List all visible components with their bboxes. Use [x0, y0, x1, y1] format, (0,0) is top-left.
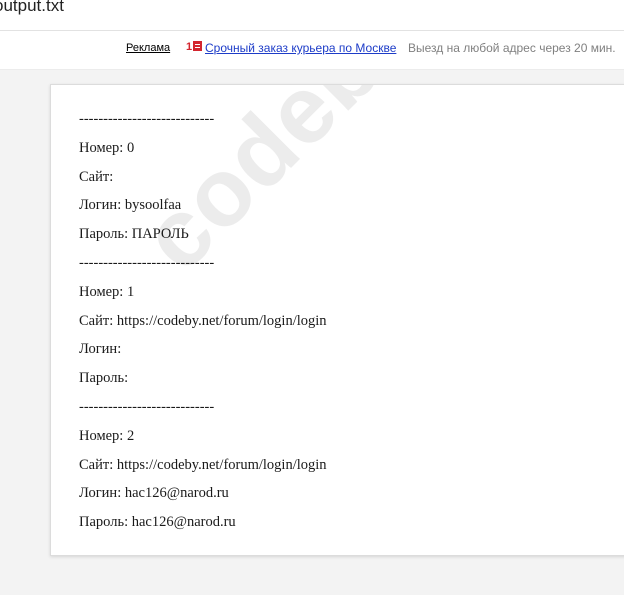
doc-line-site: Сайт: [79, 168, 114, 185]
doc-line-number: Номер: 1 [79, 283, 135, 300]
doc-line-login: Логин: [79, 341, 122, 358]
ad-icon-number: 1 [186, 41, 193, 53]
doc-line-site: Сайт: https://codeby.net/forum/login/log… [79, 456, 327, 473]
doc-line-login: Логин: bysoolfaa [79, 197, 182, 214]
doc-line-site: Сайт: https://codeby.net/forum/login/log… [79, 312, 327, 329]
document-lines: ---------------------------- Номер: 0 Са… [79, 111, 327, 543]
doc-line-login: Логин: hac126@narod.ru [79, 485, 229, 502]
ad-banner: Реклама 1 Срочный заказ курьера по Москв… [0, 31, 624, 70]
doc-line-separator: ---------------------------- [79, 398, 215, 415]
ad-description: Выезд на любой адрес через 20 мин. [408, 41, 616, 55]
doc-line-separator: ---------------------------- [79, 254, 215, 271]
ad-icon-box [193, 41, 203, 51]
file-title: output.txt [0, 0, 64, 15]
doc-line-password: Пароль: hac126@narod.ru [79, 514, 236, 531]
doc-line-number: Номер: 2 [79, 427, 135, 444]
document-page: codeby.net ---------------------------- … [50, 84, 624, 556]
yandex-delivery-icon: 1 [186, 41, 203, 53]
file-header-bar: output.txt [0, 0, 624, 31]
doc-line-password: Пароль: [79, 370, 129, 387]
doc-line-number: Номер: 0 [79, 139, 135, 156]
doc-line-separator: ---------------------------- [79, 111, 215, 127]
ad-label-link[interactable]: Реклама [126, 42, 170, 54]
ad-courier-link[interactable]: Срочный заказ курьера по Москве [205, 41, 396, 55]
doc-line-password: Пароль: ПАРОЛЬ [79, 226, 189, 243]
